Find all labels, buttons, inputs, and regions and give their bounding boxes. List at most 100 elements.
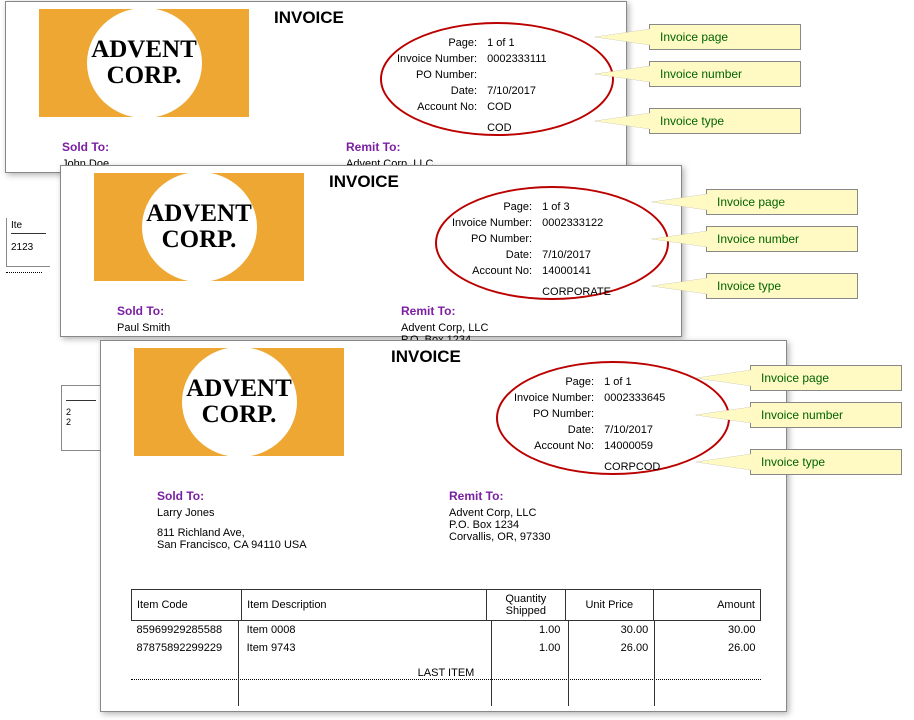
- logo-text-2: CORP.: [162, 226, 237, 253]
- sold-to: Sold To: Larry Jones 811 Richland Ave, S…: [157, 489, 307, 551]
- dotline-frag: [6, 272, 42, 274]
- col-desc: Item Description: [242, 590, 487, 621]
- company-logo: ADVENTCORP.: [39, 9, 249, 117]
- cell-amt: 30.00: [653, 621, 760, 640]
- remit-addr2: Corvallis, OR, 97330: [449, 531, 551, 543]
- cell-qty: 1.00: [486, 639, 565, 657]
- po-value: [600, 407, 669, 421]
- remit-addr1: P.O. Box 1234: [449, 519, 551, 531]
- po-label: PO Number:: [510, 407, 598, 421]
- sold-addr1: 811 Richland Ave,: [157, 527, 307, 539]
- callout-number: Invoice number: [706, 226, 858, 252]
- company-logo: ADVENTCORP.: [134, 348, 344, 456]
- cell-desc: Item 0008: [242, 621, 487, 640]
- sold-addr2: San Francisco, CA 94110 USA: [157, 539, 307, 551]
- invoice-meta: Page:1 of 1 Invoice Number:0002333645 PO…: [508, 373, 671, 476]
- col-price: Unit Price: [565, 590, 653, 621]
- sold-name: Larry Jones: [157, 507, 307, 519]
- po-label: PO Number:: [393, 68, 481, 82]
- doc-title: INVOICE: [274, 8, 344, 28]
- invoice-card-1: ADVENTCORP. INVOICE Page:1 of 1 Invoice …: [5, 1, 627, 173]
- remit-label: Remit To:: [401, 304, 488, 318]
- page-value: 1 of 3: [538, 200, 615, 214]
- invoice-card-3: ADVENTCORP. INVOICE Page:1 of 1 Invoice …: [100, 340, 787, 712]
- logo-text-2: CORP.: [202, 401, 277, 428]
- acct-value: 14000059: [600, 439, 669, 453]
- remit-name: Advent Corp, LLC: [401, 322, 488, 334]
- page-label: Page:: [393, 36, 481, 50]
- po-value: [538, 232, 615, 246]
- col-qty: Quantity Shipped: [486, 590, 565, 621]
- table-fragment: Ite 2123: [6, 218, 50, 267]
- type-value: CORPORATE: [538, 280, 615, 299]
- sold-label: Sold To:: [117, 304, 170, 318]
- callout-type: Invoice type: [706, 273, 858, 299]
- doc-title: INVOICE: [391, 347, 461, 367]
- po-label: PO Number:: [448, 232, 536, 246]
- doc-title: INVOICE: [329, 172, 399, 192]
- invno-value: 0002333111: [483, 52, 551, 66]
- cell-price: 30.00: [565, 621, 653, 640]
- date-value: 7/10/2017: [538, 248, 615, 262]
- dotline: [131, 679, 761, 681]
- callout-page: Invoice page: [706, 189, 858, 215]
- acct-label: Account No:: [510, 439, 598, 453]
- callout-type: Invoice type: [750, 449, 902, 475]
- page-value: 1 of 1: [600, 375, 669, 389]
- table-row: 85969929285588 Item 0008 1.00 30.00 30.0…: [132, 621, 761, 640]
- callout-number: Invoice number: [750, 402, 902, 428]
- page-value: 1 of 1: [483, 36, 551, 50]
- invoice-meta: Page:1 of 1 Invoice Number:0002333111 PO…: [391, 34, 553, 137]
- po-value: [483, 68, 551, 82]
- sold-label: Sold To:: [62, 140, 109, 154]
- frag-row: 2123: [11, 234, 46, 253]
- last-item-marker: LAST ITEM: [418, 667, 475, 679]
- invno-value: 0002333122: [538, 216, 615, 230]
- invno-value: 0002333645: [600, 391, 669, 405]
- remit-to: Remit To: Advent Corp, LLC P.O. Box 1234…: [449, 489, 551, 543]
- logo-text-1: ADVENT: [146, 200, 252, 227]
- cell-desc: Item 9743: [242, 639, 487, 657]
- cell-code: 85969929285588: [132, 621, 242, 640]
- invoice-meta: Page:1 of 3 Invoice Number:0002333122 PO…: [446, 198, 617, 301]
- date-label: Date:: [510, 423, 598, 437]
- company-logo: ADVENTCORP.: [94, 173, 304, 281]
- acct-value: 14000141: [538, 264, 615, 278]
- invno-label: Invoice Number:: [448, 216, 536, 230]
- table-fragment-2: 2 2: [61, 385, 100, 451]
- date-value: 7/10/2017: [483, 84, 551, 98]
- sold-to: Sold To: Paul Smith: [117, 304, 170, 334]
- frag-header: Ite: [11, 220, 46, 234]
- date-label: Date:: [448, 248, 536, 262]
- remit-label: Remit To:: [449, 489, 551, 503]
- cell-qty: 1.00: [486, 621, 565, 640]
- logo-text-1: ADVENT: [91, 36, 197, 63]
- line-items-table: Item Code Item Description Quantity Ship…: [131, 589, 761, 682]
- callout-number: Invoice number: [649, 61, 801, 87]
- sold-name: Paul Smith: [117, 322, 170, 334]
- remit-name: Advent Corp, LLC: [449, 507, 551, 519]
- cell-amt: 26.00: [653, 639, 760, 657]
- page-label: Page:: [510, 375, 598, 389]
- table-row: 87875892299229 Item 9743 1.00 26.00 26.0…: [132, 639, 761, 657]
- date-value: 7/10/2017: [600, 423, 669, 437]
- acct-value: COD: [483, 100, 551, 114]
- col-code: Item Code: [132, 590, 242, 621]
- invoice-card-2: ADVENTCORP. INVOICE Page:1 of 3 Invoice …: [60, 165, 682, 337]
- sold-label: Sold To:: [157, 489, 307, 503]
- logo-text-1: ADVENT: [186, 375, 292, 402]
- type-value: CORPCOD: [600, 455, 669, 474]
- invno-label: Invoice Number:: [510, 391, 598, 405]
- invno-label: Invoice Number:: [393, 52, 481, 66]
- callout-type: Invoice type: [649, 108, 801, 134]
- remit-label: Remit To:: [346, 140, 433, 154]
- page-label: Page:: [448, 200, 536, 214]
- acct-label: Account No:: [393, 100, 481, 114]
- acct-label: Account No:: [448, 264, 536, 278]
- type-value: COD: [483, 116, 551, 135]
- cell-code: 87875892299229: [132, 639, 242, 657]
- cell-price: 26.00: [565, 639, 653, 657]
- col-amt: Amount: [653, 590, 760, 621]
- callout-page: Invoice page: [750, 365, 902, 391]
- callout-page: Invoice page: [649, 24, 801, 50]
